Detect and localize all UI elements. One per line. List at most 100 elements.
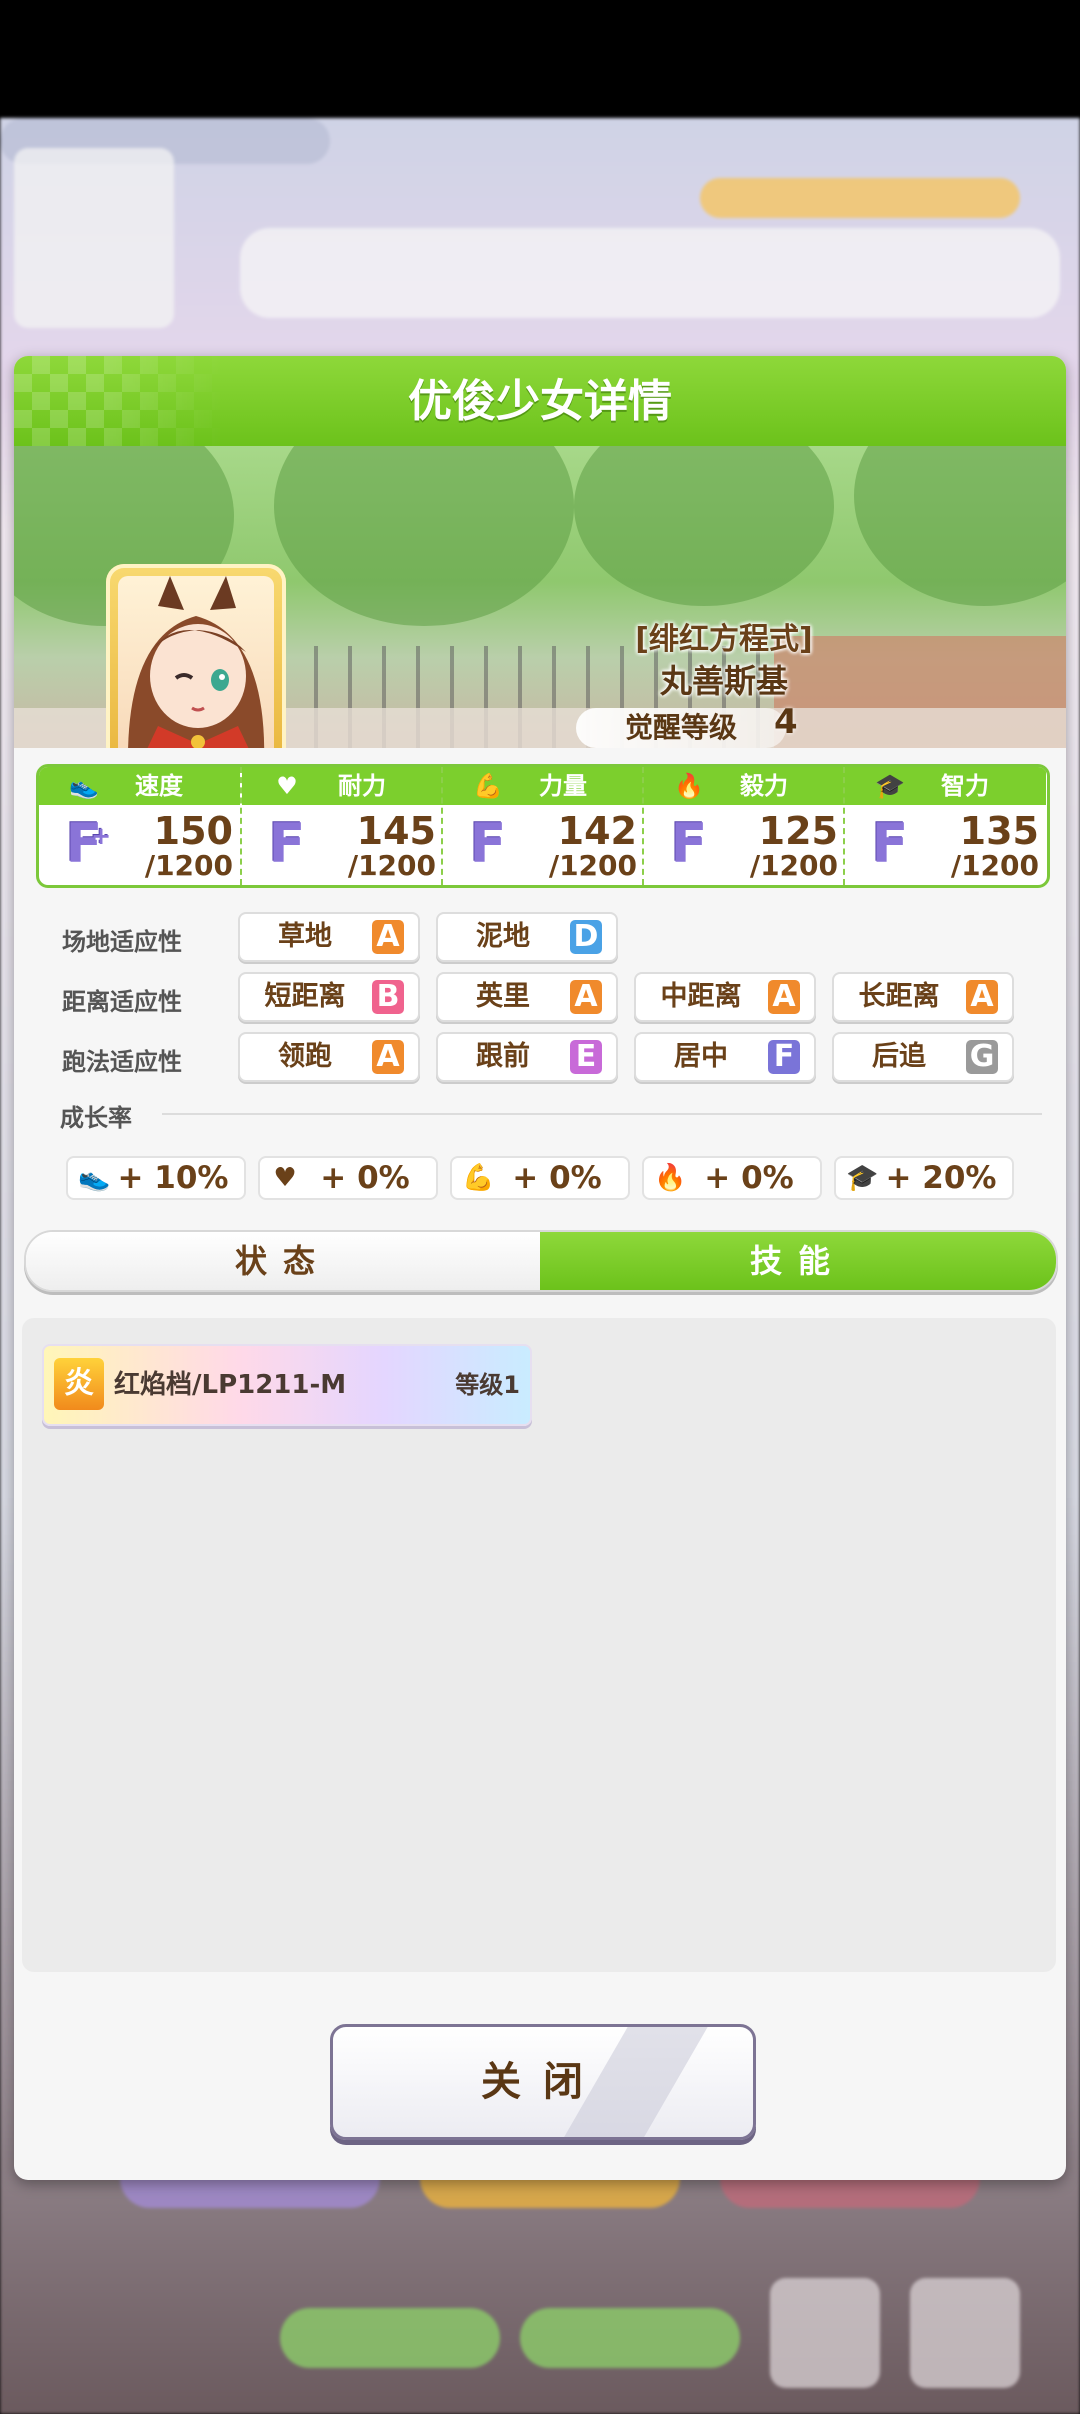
aptitude-name: 领跑: [278, 1041, 332, 1072]
shoe-icon: 👟: [69, 772, 99, 800]
aptitude-chip: 草地 A: [238, 912, 420, 962]
character-portrait[interactable]: [106, 564, 286, 748]
growth-chip: 🎓 + 20%: [834, 1156, 1014, 1200]
stat-value: 142: [557, 809, 637, 853]
graduation-cap-icon: 🎓: [846, 1163, 879, 1193]
stat-grade: F: [268, 812, 306, 875]
aptitude-grade: A: [372, 1040, 404, 1074]
bg-icon-button-2: [910, 2278, 1020, 2388]
growth-chip: 💪 + 0%: [450, 1156, 630, 1200]
bg-event-banner: [700, 178, 1020, 218]
stat-value: 150: [153, 809, 233, 853]
growth-rate-label: 成长率: [60, 1104, 132, 1132]
star-empty-icon: ★: [266, 744, 305, 749]
star-empty-icon: ★: [230, 744, 269, 749]
aptitude-name: 泥地: [476, 921, 530, 952]
detail-tabs: 状态 技能: [24, 1230, 1058, 1292]
character-epithet: [绯红方程式]: [635, 622, 813, 657]
stat-value: 135: [959, 809, 1039, 853]
stat-header: 💪 力量: [443, 767, 644, 805]
track-aptitude-label: 场地适应性: [62, 928, 182, 956]
portrait-image: [118, 576, 274, 748]
growth-value: + 10%: [117, 1160, 229, 1196]
aptitude-name: 后追: [872, 1041, 926, 1072]
stat-power: 💪 力量 F 142 /1200: [441, 767, 644, 885]
close-button[interactable]: 关闭: [330, 2024, 756, 2140]
aptitude-grade: B: [372, 980, 404, 1014]
aptitude-grade: G: [966, 1040, 998, 1074]
stat-max: /1200: [548, 849, 637, 882]
bg-tree: [574, 446, 834, 606]
character-banner: ★ ★ ★ ★ ★ [绯红方程式] 丸善斯基 觉醒等级 4: [14, 446, 1066, 748]
strategy-aptitude-label: 跑法适应性: [62, 1048, 182, 1076]
growth-chip: 🔥 + 0%: [642, 1156, 822, 1200]
aptitude-name: 长距离: [858, 981, 940, 1012]
dialog-header: 优俊少女详情: [14, 356, 1066, 446]
stat-value: 145: [356, 809, 436, 853]
aptitude-grade: A: [966, 980, 998, 1014]
skill-level: 等级1: [455, 1371, 520, 1399]
flame-skill-icon: 炎: [54, 1358, 104, 1410]
stat-max: /1200: [144, 849, 233, 882]
tab-status[interactable]: 状态: [26, 1232, 540, 1290]
distance-aptitude-label: 距离适应性: [62, 988, 182, 1016]
aptitude-chip: 领跑 A: [238, 1032, 420, 1082]
bg-icon-button-1: [770, 2278, 880, 2388]
stat-grade: F: [670, 812, 708, 875]
dialog-title: 优俊少女详情: [408, 376, 672, 427]
aptitude-chip: 英里 A: [436, 972, 618, 1022]
aptitude-chip: 后追 G: [832, 1032, 1014, 1082]
stat-wisdom: 🎓 智力 F 135 /1200: [843, 767, 1046, 885]
aptitude-name: 草地: [278, 921, 332, 952]
star-filled-icon: ★: [122, 744, 161, 749]
shoe-icon: 👟: [78, 1163, 111, 1193]
aptitude-chip: 短距离 B: [238, 972, 420, 1022]
star-filled-icon: ★: [194, 744, 233, 749]
character-detail-dialog: 优俊少女详情 [绯红方程式] 丸善斯基 觉醒等级 4 👟 速度 F + 150 …: [14, 356, 1066, 2180]
stat-speed: 👟 速度 F + 150 /1200: [39, 767, 240, 885]
stat-header: 🔥 毅力: [644, 767, 845, 805]
stat-grade: F: [871, 812, 909, 875]
tab-skills[interactable]: 技能: [540, 1232, 1056, 1290]
stat-max: /1200: [347, 849, 436, 882]
skill-name: 红焰档/LP1211-M: [114, 1370, 347, 1400]
flame-icon: 🔥: [654, 1163, 687, 1193]
aptitude-name: 居中: [674, 1041, 728, 1072]
grade-plus-icon: +: [91, 822, 112, 850]
stat-grade: F +: [61, 815, 112, 873]
aptitude-chip: 泥地 D: [436, 912, 618, 962]
aptitude-grade: A: [372, 920, 404, 954]
stat-max: /1200: [950, 849, 1039, 882]
aptitude-name: 短距离: [264, 981, 346, 1012]
bg-tree: [274, 446, 574, 626]
stats-panel: 👟 速度 F + 150 /1200 ♥ 耐力 F 145 /1200 💪 力量 …: [36, 764, 1050, 888]
stat-label: 耐力: [338, 772, 386, 800]
stat-label: 毅力: [740, 772, 788, 800]
star-filled-icon: ★: [158, 744, 197, 749]
aptitude-grade: F: [768, 1040, 800, 1074]
aptitude-chip: 跟前 E: [436, 1032, 618, 1082]
bg-green-button-2: [520, 2308, 740, 2368]
bg-info-bar: [240, 228, 1060, 318]
aptitude-grade: E: [570, 1040, 602, 1074]
flame-icon: 🔥: [674, 772, 704, 800]
growth-value: + 0%: [704, 1160, 794, 1196]
aptitude-name: 英里: [476, 981, 530, 1012]
character-name: 丸善斯基: [659, 662, 788, 700]
character-illustration: [128, 576, 265, 748]
stat-label: 智力: [941, 772, 989, 800]
bg-calendar: [14, 148, 174, 328]
growth-value: + 0%: [320, 1160, 410, 1196]
growth-value: + 0%: [512, 1160, 602, 1196]
aptitude-chip: 长距离 A: [832, 972, 1014, 1022]
stat-stamina: ♥ 耐力 F 145 /1200: [240, 767, 443, 885]
aptitude-grade: A: [570, 980, 602, 1014]
skill-card[interactable]: 炎 红焰档/LP1211-M 等级1: [42, 1344, 532, 1426]
muscle-icon: 💪: [473, 772, 503, 800]
muscle-icon: 💪: [462, 1163, 495, 1193]
rarity-stars: ★ ★ ★ ★ ★: [122, 744, 312, 749]
bg-green-button-1: [280, 2308, 500, 2368]
stat-max: /1200: [749, 849, 838, 882]
awakening-label: 觉醒等级: [624, 711, 737, 744]
growth-divider: [162, 1113, 1042, 1115]
